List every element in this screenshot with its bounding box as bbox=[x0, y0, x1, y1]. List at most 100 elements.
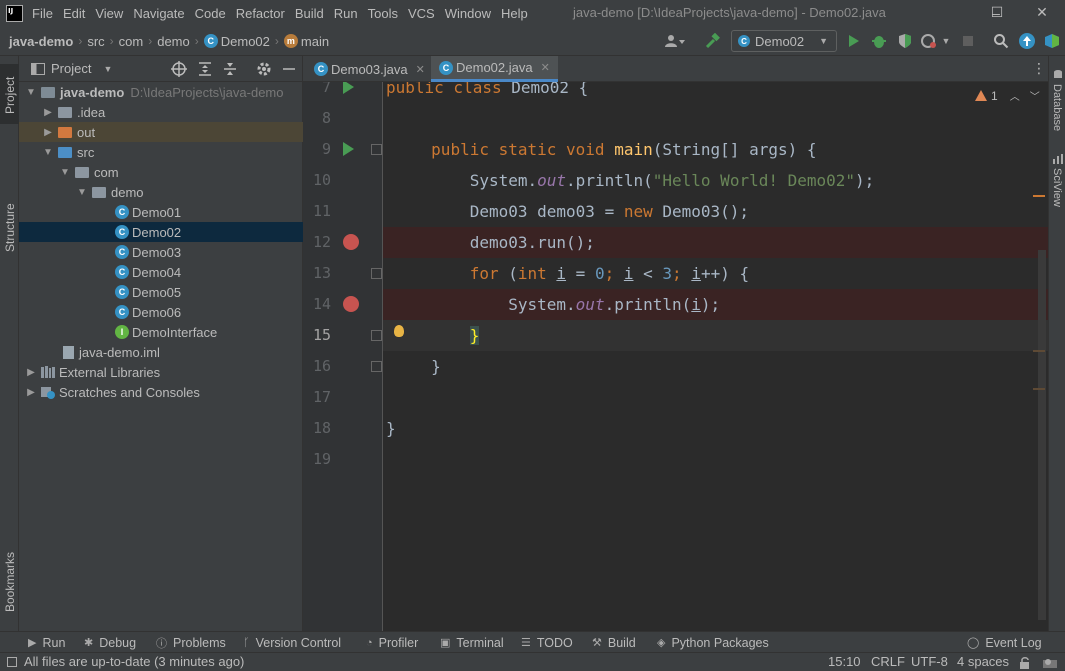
close-window-button[interactable]: ✕ bbox=[1019, 0, 1065, 25]
code-line-18[interactable]: } bbox=[383, 413, 1048, 444]
build-hammer-icon[interactable] bbox=[702, 31, 722, 51]
coverage-shield-icon[interactable] bbox=[895, 31, 915, 51]
memory-indicator-icon[interactable] bbox=[1043, 656, 1057, 671]
plugin-logo-icon[interactable] bbox=[1042, 31, 1062, 51]
layout-toggle-icon[interactable] bbox=[7, 657, 17, 667]
tab-demo03[interactable]: C Demo03.java ✕ bbox=[306, 56, 433, 82]
tree-item-demo04[interactable]: C Demo04 bbox=[19, 262, 303, 282]
breadcrumb-project[interactable]: java-demo bbox=[9, 34, 73, 49]
code-line-13[interactable]: for (int i = 0; i < 3; i++) { bbox=[383, 258, 1048, 289]
chevron-down-icon[interactable]: ﹀ bbox=[1030, 88, 1040, 103]
tree-item-com[interactable]: ▼ com bbox=[19, 162, 303, 182]
chevron-right-icon[interactable]: ▶ bbox=[42, 107, 54, 118]
menu-tools[interactable]: Tools bbox=[363, 0, 403, 27]
tab-structure-vertical[interactable]: Structure bbox=[0, 190, 19, 262]
menu-window[interactable]: Window bbox=[440, 0, 496, 27]
code-line-7[interactable]: public class Demo02 { bbox=[383, 82, 1048, 103]
search-icon[interactable] bbox=[991, 31, 1011, 51]
chevron-down-icon[interactable]: ▼ bbox=[939, 31, 953, 51]
code-line-11[interactable]: Demo03 demo03 = new Demo03(); bbox=[383, 196, 1048, 227]
chevron-down-icon[interactable]: ▼ bbox=[103, 64, 112, 74]
code-line-14[interactable]: System.out.println(i); bbox=[383, 289, 1048, 320]
tree-item-demo01[interactable]: C Demo01 bbox=[19, 202, 303, 222]
menu-build[interactable]: Build bbox=[290, 0, 329, 27]
profiler-run-icon[interactable] bbox=[919, 31, 939, 51]
toolwindow-python-packages[interactable]: ◈ Python Packages bbox=[657, 632, 769, 653]
tree-item-demo06[interactable]: C Demo06 bbox=[19, 302, 303, 322]
maximize-button[interactable]: ☐ bbox=[974, 0, 1020, 25]
tab-database-vertical[interactable]: Database bbox=[1050, 64, 1065, 134]
code-line-15[interactable]: } bbox=[383, 320, 1048, 351]
stop-icon[interactable] bbox=[958, 31, 978, 51]
toolwindow-event-log[interactable]: ◯ Event Log bbox=[967, 632, 1042, 653]
scrollbar[interactable] bbox=[1038, 250, 1046, 620]
toolwindow-build[interactable]: ⚒ Build bbox=[592, 632, 636, 653]
caret-position[interactable]: 15:10 bbox=[828, 653, 861, 671]
tree-item-scratches[interactable]: ▶ Scratches and Consoles bbox=[19, 382, 303, 402]
line-separator[interactable]: CRLF bbox=[871, 653, 905, 671]
toolwindow-debug[interactable]: ✱ Debug bbox=[84, 632, 136, 653]
chevron-down-icon[interactable]: ▼ bbox=[59, 167, 71, 178]
run-icon[interactable] bbox=[844, 31, 864, 51]
tree-item-demo02[interactable]: C Demo02 bbox=[19, 222, 303, 242]
chevron-right-icon[interactable]: ▶ bbox=[42, 127, 54, 138]
debug-bug-icon[interactable] bbox=[869, 31, 889, 51]
user-account-icon[interactable] bbox=[662, 31, 688, 51]
run-configuration-select[interactable]: C Demo02 ▼ bbox=[731, 30, 837, 52]
tab-bookmarks-vertical[interactable]: Bookmarks bbox=[0, 542, 19, 622]
hide-panel-icon[interactable] bbox=[282, 61, 296, 80]
chevron-down-icon[interactable]: ▼ bbox=[42, 147, 54, 158]
run-gutter-icon[interactable] bbox=[343, 82, 354, 94]
chevron-right-icon[interactable]: ▶ bbox=[25, 367, 37, 378]
breakpoint-icon[interactable] bbox=[343, 234, 359, 250]
tree-item-demointerface[interactable]: I DemoInterface bbox=[19, 322, 303, 342]
lightbulb-icon[interactable] bbox=[394, 325, 404, 337]
code-line-16[interactable]: } bbox=[383, 351, 1048, 382]
chevron-down-icon[interactable]: ▼ bbox=[76, 187, 88, 198]
breadcrumb-class[interactable]: Demo02 bbox=[221, 34, 270, 49]
breadcrumb-demo[interactable]: demo bbox=[157, 34, 190, 49]
menu-vcs[interactable]: VCS bbox=[403, 0, 440, 27]
code-line-12[interactable]: demo03.run(); bbox=[383, 227, 1048, 258]
indent-setting[interactable]: 4 spaces bbox=[957, 653, 1009, 671]
code-editor[interactable]: 7 8 9 10 11 12 13 14 15 16 17 18 19 publ… bbox=[303, 82, 1048, 631]
fold-icon[interactable] bbox=[371, 330, 382, 341]
tree-item-demo[interactable]: ▼ demo bbox=[19, 182, 303, 202]
breadcrumb-com[interactable]: com bbox=[119, 34, 144, 49]
file-encoding[interactable]: UTF-8 bbox=[911, 653, 948, 671]
fold-icon[interactable] bbox=[371, 361, 382, 372]
menu-code[interactable]: Code bbox=[190, 0, 231, 27]
tree-item-java-demo[interactable]: ▼ java-demo D:\IdeaProjects\java-demo bbox=[19, 82, 303, 102]
menu-edit[interactable]: Edit bbox=[58, 0, 90, 27]
close-icon[interactable]: ✕ bbox=[416, 63, 425, 76]
marker[interactable] bbox=[1033, 388, 1045, 390]
menu-help[interactable]: Help bbox=[496, 0, 533, 27]
code-line-10[interactable]: System.out.println("Hello World! Demo02"… bbox=[383, 165, 1048, 196]
tab-sciview-vertical[interactable]: SciView bbox=[1050, 152, 1065, 212]
run-gutter-icon[interactable] bbox=[343, 142, 354, 156]
editor-gutter[interactable]: 7 8 9 10 11 12 13 14 15 16 17 18 19 bbox=[303, 82, 383, 631]
tree-item-demo05[interactable]: C Demo05 bbox=[19, 282, 303, 302]
tree-item-iml[interactable]: java-demo.iml bbox=[19, 342, 303, 362]
lock-icon[interactable] bbox=[1019, 656, 1031, 671]
chevron-up-icon[interactable]: ︿ bbox=[1010, 88, 1020, 103]
breadcrumb-src[interactable]: src bbox=[87, 34, 104, 49]
gear-icon[interactable] bbox=[256, 61, 272, 80]
breadcrumb-method[interactable]: main bbox=[301, 34, 329, 49]
expand-all-icon[interactable] bbox=[197, 61, 213, 80]
inspections-widget[interactable]: 1 ︿ ﹀ bbox=[975, 88, 1040, 103]
marker[interactable] bbox=[1033, 350, 1045, 352]
more-options-icon[interactable]: ⋮ bbox=[1032, 61, 1046, 75]
collapse-all-icon[interactable] bbox=[222, 61, 238, 80]
code-line-9[interactable]: public static void main(String[] args) { bbox=[383, 134, 1048, 165]
tab-demo02[interactable]: C Demo02.java ✕ bbox=[431, 56, 558, 82]
toolwindow-terminal[interactable]: ▣ Terminal bbox=[440, 632, 504, 653]
chevron-right-icon[interactable]: ▶ bbox=[25, 387, 37, 398]
breakpoint-icon[interactable] bbox=[343, 296, 359, 312]
toolwindow-problems[interactable]: ⓘ Problems bbox=[156, 632, 226, 653]
chevron-down-icon[interactable]: ▼ bbox=[25, 87, 37, 98]
menu-run[interactable]: Run bbox=[329, 0, 363, 27]
locate-target-icon[interactable] bbox=[171, 61, 187, 80]
status-message[interactable]: All files are up-to-date (3 minutes ago) bbox=[24, 653, 244, 671]
update-arrow-icon[interactable] bbox=[1017, 31, 1037, 51]
